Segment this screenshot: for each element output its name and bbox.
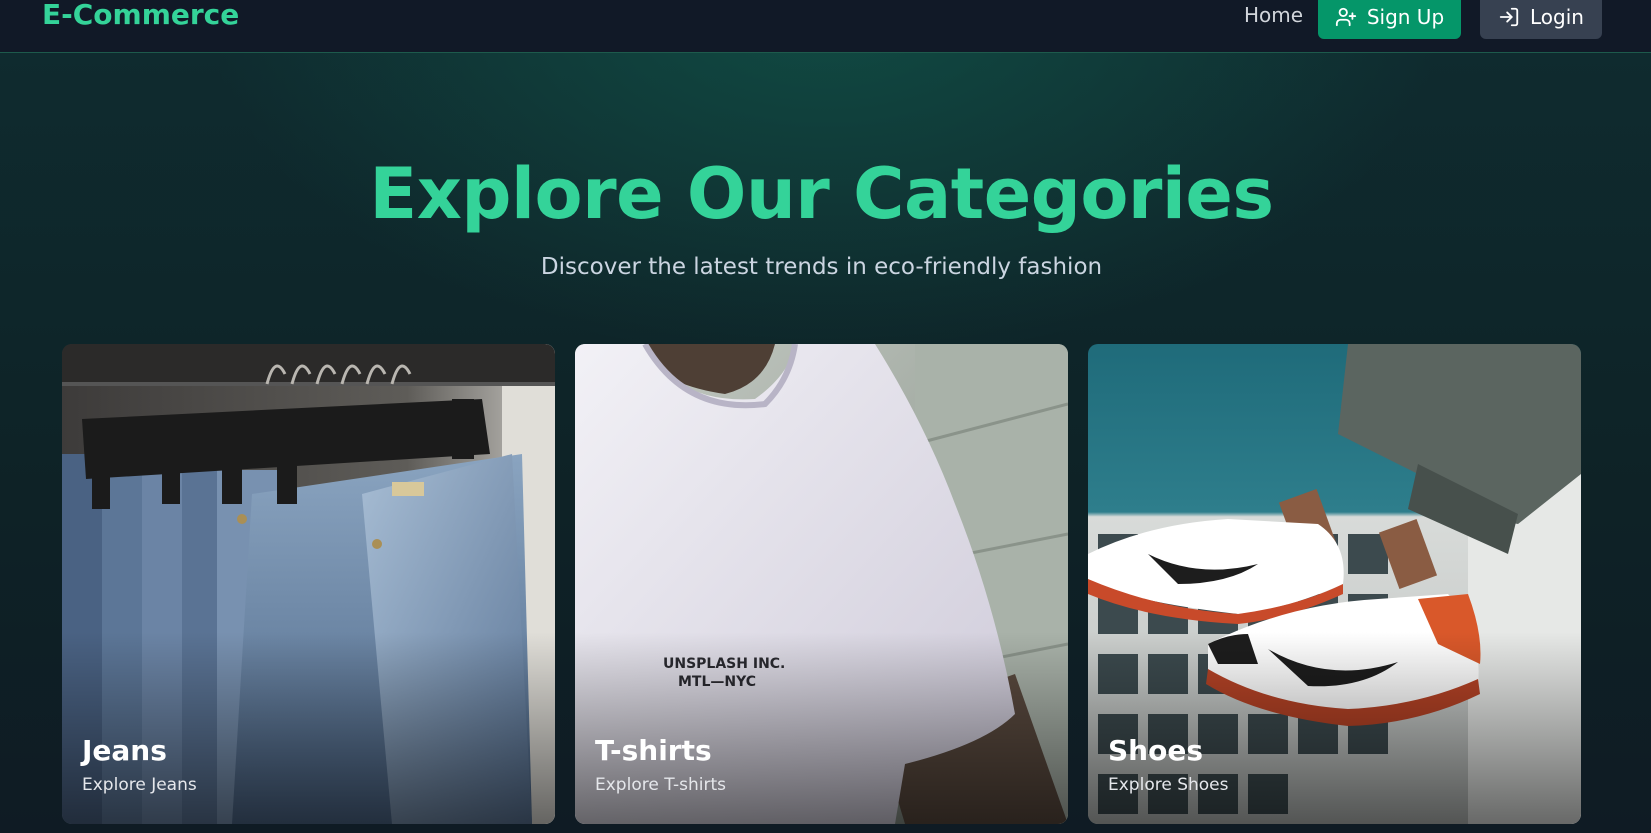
login-label: Login — [1530, 4, 1584, 29]
category-card-shoes[interactable]: Shoes Explore Shoes — [1088, 344, 1581, 824]
category-subtitle-shoes[interactable]: Explore Shoes — [1108, 774, 1228, 796]
navbar: E-Commerce Home Sign Up Login — [0, 0, 1651, 53]
category-subtitle-tshirts[interactable]: Explore T-shirts — [595, 774, 726, 796]
category-card-tshirts[interactable]: UNSPLASH INC. MTL—NYC T-shirts Explore T… — [575, 344, 1068, 824]
category-title-shoes: Shoes — [1108, 734, 1203, 767]
category-title-tshirts: T-shirts — [595, 734, 712, 767]
user-plus-icon — [1335, 6, 1357, 28]
login-button[interactable]: Login — [1480, 0, 1602, 39]
category-title-jeans: Jeans — [82, 734, 167, 767]
category-subtitle-jeans[interactable]: Explore Jeans — [82, 774, 197, 796]
category-card-jeans[interactable]: Jeans Explore Jeans — [62, 344, 555, 824]
login-arrow-icon — [1498, 6, 1520, 28]
nav-home-link[interactable]: Home — [1244, 2, 1303, 28]
signup-label: Sign Up — [1366, 4, 1445, 29]
page-subtitle: Discover the latest trends in eco-friend… — [540, 254, 1103, 280]
signup-button[interactable]: Sign Up — [1318, 0, 1461, 39]
page: E-Commerce Home Sign Up Login Explore Ou… — [0, 0, 1651, 833]
brand-logo[interactable]: E-Commerce — [42, 0, 239, 32]
page-title: Explore Our Categories — [369, 153, 1274, 235]
